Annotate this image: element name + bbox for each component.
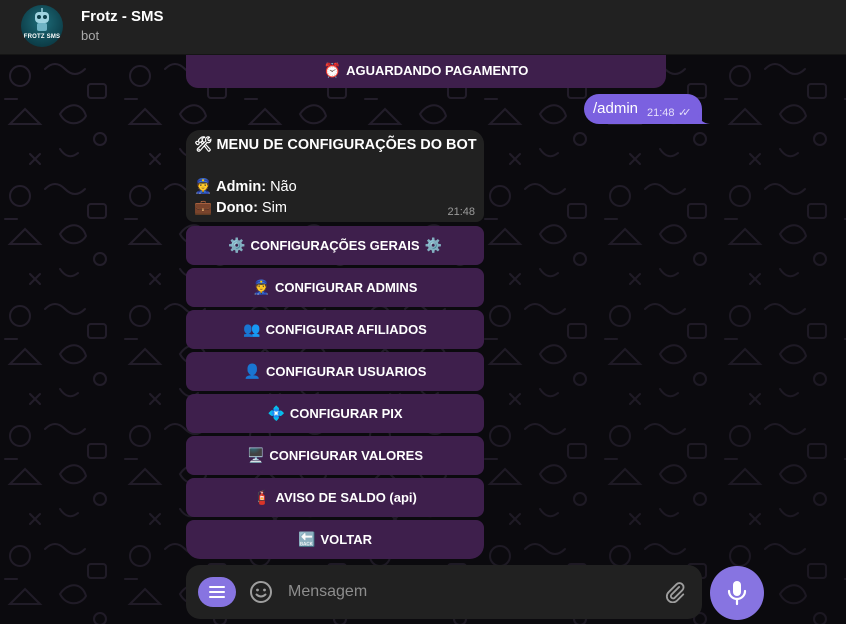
balance-alert-button[interactable]: 🧯 AVISO DE SALDO (api): [186, 478, 484, 517]
back-label: VOLTAR: [320, 532, 372, 547]
paperclip-icon[interactable]: [664, 581, 686, 603]
balance-alert-label: AVISO DE SALDO (api): [275, 490, 417, 505]
admin-value: Não: [270, 179, 297, 195]
configure-users-label: CONFIGURAR USUARIOS: [266, 364, 427, 379]
back-arrow-icon: 🔙: [298, 531, 316, 547]
configure-admins-label: CONFIGURAR ADMINS: [274, 280, 418, 295]
voice-record-button[interactable]: [710, 566, 764, 620]
menu-title: MENU DE CONFIGURAÇÕES DO BOT: [216, 137, 477, 153]
emoji-icon[interactable]: [249, 580, 273, 604]
message-composer: [186, 565, 702, 619]
pending-payment-label: AGUARDANDO PAGAMENTO: [346, 62, 529, 78]
avatar-label: FROTZ SMS: [23, 34, 61, 40]
configure-values-label: CONFIGURAR VALORES: [269, 448, 424, 463]
diamond-icon: 💠: [267, 405, 285, 421]
chat-subtitle: bot: [81, 28, 100, 43]
configure-users-button[interactable]: 👤 CONFIGURAR USUARIOS: [186, 352, 484, 391]
gear-icon: ⚙️: [424, 237, 442, 253]
people-icon: 👥: [243, 321, 261, 337]
robot-icon: [35, 8, 49, 31]
microphone-icon: [727, 581, 747, 606]
tools-icon: 🛠: [194, 137, 213, 153]
police-officer-icon: 👮: [252, 279, 270, 295]
bot-message[interactable]: 🛠 MENU DE CONFIGURAÇÕES DO BOT 👮 Admin: …: [186, 130, 484, 222]
alarm-clock-icon: ⏰: [323, 61, 342, 78]
owner-label: Dono:: [216, 200, 258, 216]
configure-values-button[interactable]: 🖥️ CONFIGURAR VALORES: [186, 436, 484, 475]
message-input[interactable]: [288, 581, 648, 603]
configure-pix-button[interactable]: 💠 CONFIGURAR PIX: [186, 394, 484, 433]
configure-affiliates-button[interactable]: 👥 CONFIGURAR AFILIADOS: [186, 310, 484, 349]
configure-affiliates-label: CONFIGURAR AFILIADOS: [265, 322, 427, 337]
admin-label: Admin:: [216, 179, 267, 195]
person-icon: 👤: [243, 363, 262, 379]
chat-title[interactable]: Frotz - SMS: [81, 8, 164, 25]
outgoing-message[interactable]: /admin 21:48 ✓✓: [584, 94, 702, 124]
chat-header[interactable]: FROTZ SMS Frotz - SMS bot: [0, 0, 846, 55]
menu-icon: [209, 586, 225, 598]
configure-admins-button[interactable]: 👮 CONFIGURAR ADMINS: [186, 268, 484, 307]
outgoing-message-text: /admin: [593, 100, 639, 117]
double-check-icon: ✓✓: [678, 107, 692, 119]
back-button[interactable]: 🔙 VOLTAR: [186, 520, 484, 559]
bubble-tail: [698, 114, 710, 124]
bot-menu-button[interactable]: [198, 577, 236, 607]
owner-value: Sim: [262, 200, 287, 216]
briefcase-icon: 💼: [194, 200, 213, 216]
general-settings-button[interactable]: ⚙️ CONFIGURAÇÕES GERAIS ⚙️: [186, 226, 484, 265]
fire-extinguisher-icon: 🧯: [253, 489, 271, 505]
configure-pix-label: CONFIGURAR PIX: [289, 406, 403, 421]
bot-avatar[interactable]: FROTZ SMS: [21, 5, 63, 47]
monitor-icon: 🖥️: [246, 447, 265, 463]
gear-icon: ⚙️: [228, 237, 246, 253]
bot-message-time: 21:48: [447, 206, 475, 218]
police-officer-icon: 👮: [194, 179, 213, 195]
general-settings-label: CONFIGURAÇÕES GERAIS: [250, 238, 420, 253]
outgoing-message-time: 21:48: [647, 107, 675, 119]
